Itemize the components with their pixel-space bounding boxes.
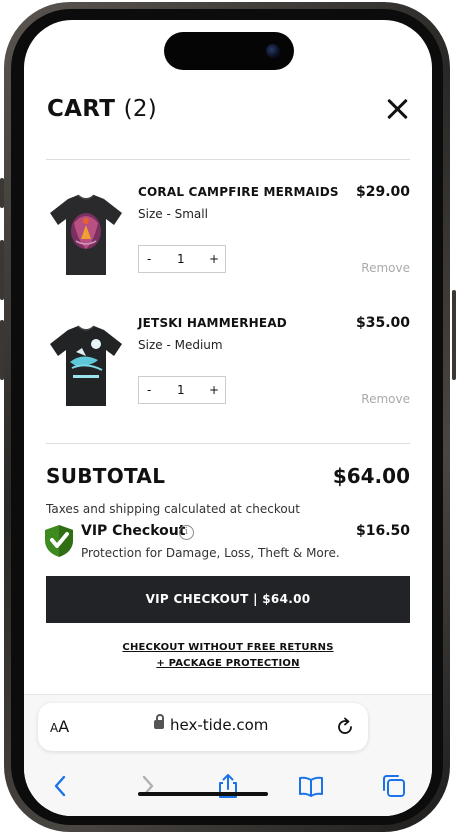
tax-note: Taxes and shipping calculated at checkou… bbox=[46, 502, 300, 516]
address-bar[interactable]: AA hex-tide.com bbox=[38, 703, 368, 751]
cart-item: JETSKI HAMMERHEAD Size - Medium $35.00 -… bbox=[46, 314, 410, 424]
increase-button[interactable]: + bbox=[209, 383, 219, 397]
cart-title-text: CART bbox=[47, 96, 116, 122]
camera-icon bbox=[266, 44, 280, 58]
checkout-without-protection-link-line2[interactable]: + PACKAGE PROTECTION bbox=[24, 658, 432, 669]
url-text[interactable]: hex-tide.com bbox=[170, 716, 268, 734]
subtotal-label: SUBTOTAL bbox=[46, 464, 166, 488]
info-icon[interactable]: i bbox=[179, 525, 194, 540]
cart-item: CORAL CAMPFIRE MERMAIDS Size - Small $29… bbox=[46, 183, 410, 293]
remove-button[interactable]: Remove bbox=[361, 261, 410, 275]
browser-toolbar: AA hex-tide.com bbox=[24, 694, 432, 816]
divider bbox=[46, 443, 410, 444]
reader-text-size-button[interactable]: AA bbox=[50, 717, 69, 736]
item-price: $29.00 bbox=[355, 184, 410, 200]
back-icon[interactable] bbox=[48, 773, 74, 799]
quantity-stepper: - 1 + bbox=[138, 245, 226, 273]
cart-count: (2) bbox=[123, 96, 158, 122]
tabs-icon[interactable] bbox=[381, 773, 407, 799]
increase-button[interactable]: + bbox=[209, 252, 219, 266]
bookmarks-icon[interactable] bbox=[298, 773, 324, 799]
vip-price: $16.50 bbox=[355, 523, 410, 539]
quantity-value[interactable]: 1 bbox=[177, 252, 185, 266]
quantity-value[interactable]: 1 bbox=[177, 383, 185, 397]
lock-icon bbox=[154, 714, 164, 729]
item-size: Size - Medium bbox=[138, 338, 223, 352]
home-indicator bbox=[138, 792, 268, 796]
decrease-button[interactable]: - bbox=[147, 252, 151, 266]
close-icon[interactable] bbox=[386, 98, 408, 120]
dynamic-island bbox=[164, 32, 294, 70]
decrease-button[interactable]: - bbox=[147, 383, 151, 397]
shield-check-icon[interactable] bbox=[44, 524, 74, 558]
cart-title: CART (2) bbox=[47, 96, 157, 122]
screen: CART (2) CORAL CAMPFIRE MERMAIDS Size - … bbox=[24, 20, 432, 816]
remove-button[interactable]: Remove bbox=[361, 392, 410, 406]
divider bbox=[46, 159, 410, 160]
tshirt-jetski-hammerhead-image bbox=[50, 325, 122, 406]
subtotal-value: $64.00 bbox=[332, 464, 410, 488]
item-price: $35.00 bbox=[355, 315, 410, 331]
reload-icon[interactable] bbox=[334, 716, 356, 738]
item-name[interactable]: CORAL CAMPFIRE MERMAIDS bbox=[138, 185, 339, 199]
power-button bbox=[452, 290, 456, 380]
vip-checkout-button[interactable]: VIP CHECKOUT | $64.00 bbox=[46, 576, 410, 623]
item-size: Size - Small bbox=[138, 207, 208, 221]
tshirt-coral-campfire-image bbox=[50, 194, 122, 275]
checkout-without-protection-link[interactable]: CHECKOUT WITHOUT FREE RETURNS bbox=[24, 642, 432, 653]
quantity-stepper: - 1 + bbox=[138, 376, 226, 404]
vip-checkout-title: VIP Checkout bbox=[81, 523, 186, 539]
phone-mockup: CART (2) CORAL CAMPFIRE MERMAIDS Size - … bbox=[0, 0, 456, 836]
item-name[interactable]: JETSKI HAMMERHEAD bbox=[138, 316, 287, 330]
vip-description: Protection for Damage, Loss, Theft & Mor… bbox=[81, 546, 340, 560]
